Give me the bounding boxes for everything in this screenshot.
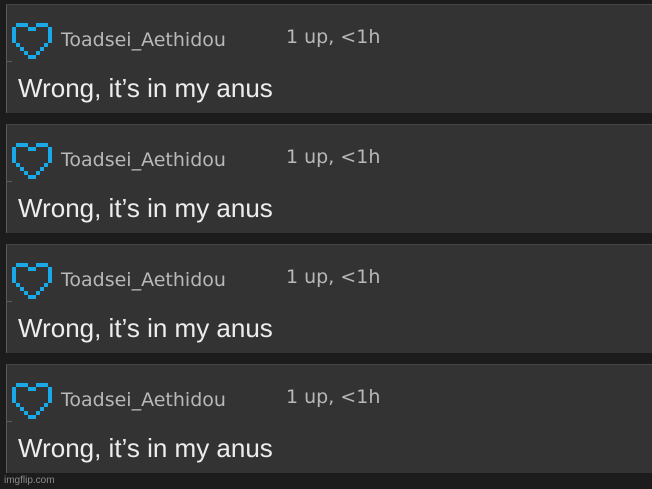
vote-age-meta: 1 up, <1h [286, 266, 381, 288]
comment-card: Toadsei_Aethidou 1 up, <1h Wrong, it’s i… [6, 124, 652, 233]
vote-age-meta: 1 up, <1h [286, 146, 381, 168]
thread-tick [6, 301, 12, 302]
pixel-heart-icon[interactable] [12, 19, 52, 59]
comment-text: Wrong, it’s in my anus [18, 313, 273, 343]
vote-age-meta: 1 up, <1h [286, 26, 381, 48]
username-link[interactable]: Toadsei_Aethidou [61, 269, 226, 291]
username-link[interactable]: Toadsei_Aethidou [61, 149, 226, 171]
thread-tick [6, 61, 12, 62]
thread-tick [6, 421, 12, 422]
comment-card: Toadsei_Aethidou 1 up, <1h Wrong, it’s i… [6, 4, 652, 113]
thread-tick [6, 181, 12, 182]
comment-card: Toadsei_Aethidou 1 up, <1h Wrong, it’s i… [6, 364, 652, 473]
thread-rule [6, 365, 7, 473]
imgflip-watermark: imgflip.com [4, 475, 55, 486]
comment-text: Wrong, it’s in my anus [18, 73, 273, 103]
pixel-heart-icon[interactable] [12, 259, 52, 299]
username-link[interactable]: Toadsei_Aethidou [61, 29, 226, 51]
vote-age-meta: 1 up, <1h [286, 386, 381, 408]
pixel-heart-icon[interactable] [12, 379, 52, 419]
thread-rule [6, 245, 7, 353]
pixel-heart-icon[interactable] [12, 139, 52, 179]
comment-card: Toadsei_Aethidou 1 up, <1h Wrong, it’s i… [6, 244, 652, 353]
username-link[interactable]: Toadsei_Aethidou [61, 389, 226, 411]
comment-text: Wrong, it’s in my anus [18, 433, 273, 463]
comment-text: Wrong, it’s in my anus [18, 193, 273, 223]
thread-rule [6, 5, 7, 113]
thread-rule [6, 125, 7, 233]
